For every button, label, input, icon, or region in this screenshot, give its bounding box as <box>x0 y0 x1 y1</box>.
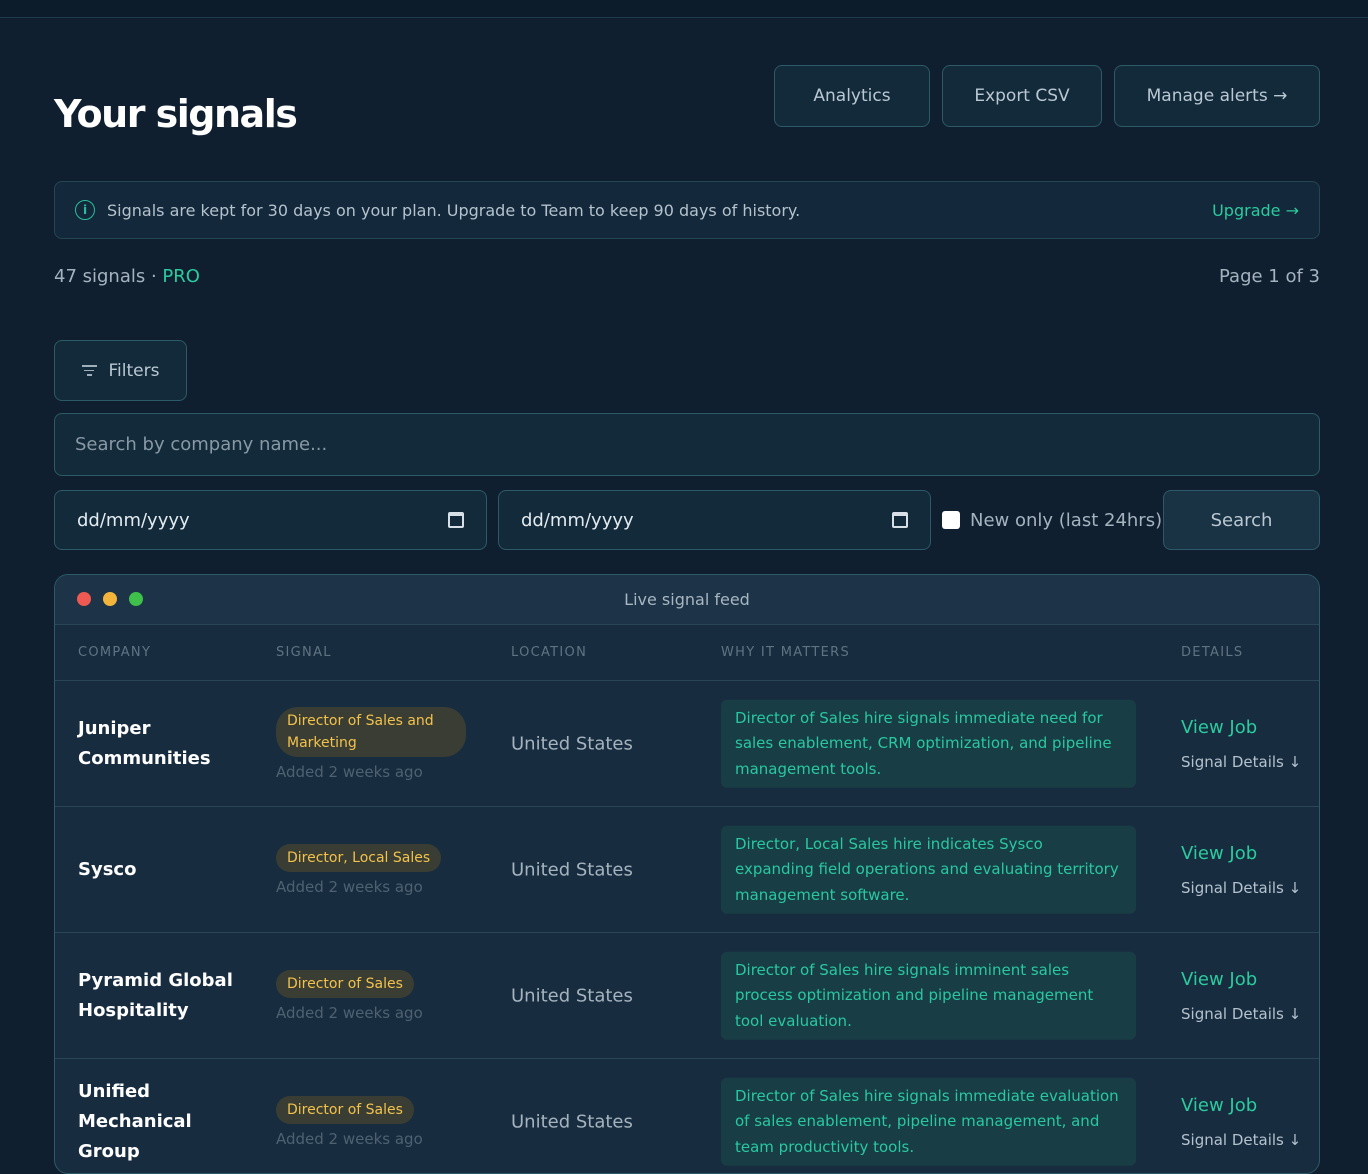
signal-details-toggle[interactable]: Signal Details ↓ <box>1181 1005 1301 1023</box>
column-why: WHY IT MATTERS <box>721 645 851 660</box>
date-to-value: dd/mm/yyyy <box>521 509 634 531</box>
table-row: Sysco Director, Local Sales Added 2 week… <box>55 807 1319 933</box>
new-only-label: New only (last 24hrs) <box>970 509 1163 531</box>
new-only-toggle[interactable]: New only (last 24hrs) <box>942 490 1162 550</box>
why-it-matters: Director of Sales hire signals immediate… <box>721 1077 1136 1166</box>
company-name: Unified Mechanical Group <box>78 1080 192 1162</box>
filter-icon <box>81 365 97 376</box>
window-controls <box>77 592 143 606</box>
signal-cell: Director, Local Sales Added 2 weeks ago <box>276 843 466 896</box>
search-button[interactable]: Search <box>1163 490 1320 550</box>
table-row: Pyramid Global Hospitality Director of S… <box>55 933 1319 1059</box>
notice-text: Signals are kept for 30 days on your pla… <box>107 200 801 220</box>
analytics-button[interactable]: Analytics <box>774 65 930 127</box>
details-cell: View Job Signal Details ↓ <box>1181 717 1301 771</box>
signal-badge: Director, Local Sales <box>276 843 442 872</box>
company-name: Sysco <box>78 858 137 880</box>
company-name: Juniper Communities <box>78 717 211 769</box>
filters-label: Filters <box>108 360 160 381</box>
new-only-checkbox[interactable] <box>942 511 960 529</box>
date-from-field[interactable]: dd/mm/yyyy <box>54 490 487 550</box>
manage-alerts-button[interactable]: Manage alerts → <box>1114 65 1320 127</box>
company-name: Pyramid Global Hospitality <box>78 969 233 1021</box>
maximize-dot <box>129 592 143 606</box>
view-job-link[interactable]: View Job <box>1181 717 1301 738</box>
plan-badge: PRO <box>162 266 200 287</box>
signal-count-text: 47 signals <box>54 266 146 287</box>
added-time: Added 2 weeks ago <box>276 877 423 896</box>
export-csv-button[interactable]: Export CSV <box>942 65 1102 127</box>
column-location: LOCATION <box>511 645 588 660</box>
live-signal-feed: Live signal feed COMPANY SIGNAL LOCATION… <box>54 574 1320 1174</box>
why-it-matters: Director, Local Sales hire indicates Sys… <box>721 825 1136 914</box>
why-it-matters: Director of Sales hire signals immediate… <box>721 699 1136 788</box>
details-cell: View Job Signal Details ↓ <box>1181 843 1301 897</box>
table-row: Juniper Communities Director of Sales an… <box>55 681 1319 807</box>
company-search-input[interactable] <box>54 413 1320 476</box>
added-time: Added 2 weeks ago <box>276 762 423 781</box>
calendar-icon[interactable] <box>892 512 908 528</box>
top-border <box>0 0 1368 18</box>
signal-badge: Director of Sales and Marketing <box>276 706 466 757</box>
feed-title: Live signal feed <box>624 590 750 609</box>
view-job-link[interactable]: View Job <box>1181 969 1301 990</box>
table-header: COMPANY SIGNAL LOCATION WHY IT MATTERS D… <box>55 625 1319 681</box>
signal-cell: Director of Sales and Marketing Added 2 … <box>276 706 466 781</box>
page-indicator: Page 1 of 3 <box>1219 266 1320 287</box>
feed-header: Live signal feed <box>55 575 1319 625</box>
column-signal: SIGNAL <box>276 645 332 660</box>
signal-cell: Director of Sales Added 2 weeks ago <box>276 1095 466 1148</box>
date-to-field[interactable]: dd/mm/yyyy <box>498 490 931 550</box>
column-company: COMPANY <box>78 645 152 660</box>
info-icon: i <box>75 200 95 220</box>
calendar-icon[interactable] <box>448 512 464 528</box>
signal-details-toggle[interactable]: Signal Details ↓ <box>1181 879 1301 897</box>
page-title: Your signals <box>54 92 298 136</box>
filters-button[interactable]: Filters <box>54 340 187 401</box>
signal-badge: Director of Sales <box>276 969 414 998</box>
minimize-dot <box>103 592 117 606</box>
why-it-matters: Director of Sales hire signals imminent … <box>721 951 1136 1040</box>
retention-notice: i Signals are kept for 30 days on your p… <box>54 181 1320 239</box>
location: United States <box>511 1111 633 1132</box>
column-details: DETAILS <box>1181 645 1244 660</box>
signal-count: 47 signals · PRO <box>54 266 200 287</box>
details-cell: View Job Signal Details ↓ <box>1181 1095 1301 1149</box>
details-cell: View Job Signal Details ↓ <box>1181 969 1301 1023</box>
signal-details-toggle[interactable]: Signal Details ↓ <box>1181 753 1301 771</box>
location: United States <box>511 985 633 1006</box>
location: United States <box>511 859 633 880</box>
signal-cell: Director of Sales Added 2 weeks ago <box>276 969 466 1022</box>
location: United States <box>511 733 633 754</box>
table-row: Unified Mechanical Group Director of Sal… <box>55 1059 1319 1173</box>
added-time: Added 2 weeks ago <box>276 1003 423 1022</box>
upgrade-link[interactable]: Upgrade → <box>1212 201 1299 220</box>
date-from-value: dd/mm/yyyy <box>77 509 190 531</box>
added-time: Added 2 weeks ago <box>276 1129 423 1148</box>
signal-badge: Director of Sales <box>276 1095 414 1124</box>
signal-details-toggle[interactable]: Signal Details ↓ <box>1181 1131 1301 1149</box>
count-separator: · <box>145 266 163 287</box>
close-dot <box>77 592 91 606</box>
view-job-link[interactable]: View Job <box>1181 1095 1301 1116</box>
view-job-link[interactable]: View Job <box>1181 843 1301 864</box>
